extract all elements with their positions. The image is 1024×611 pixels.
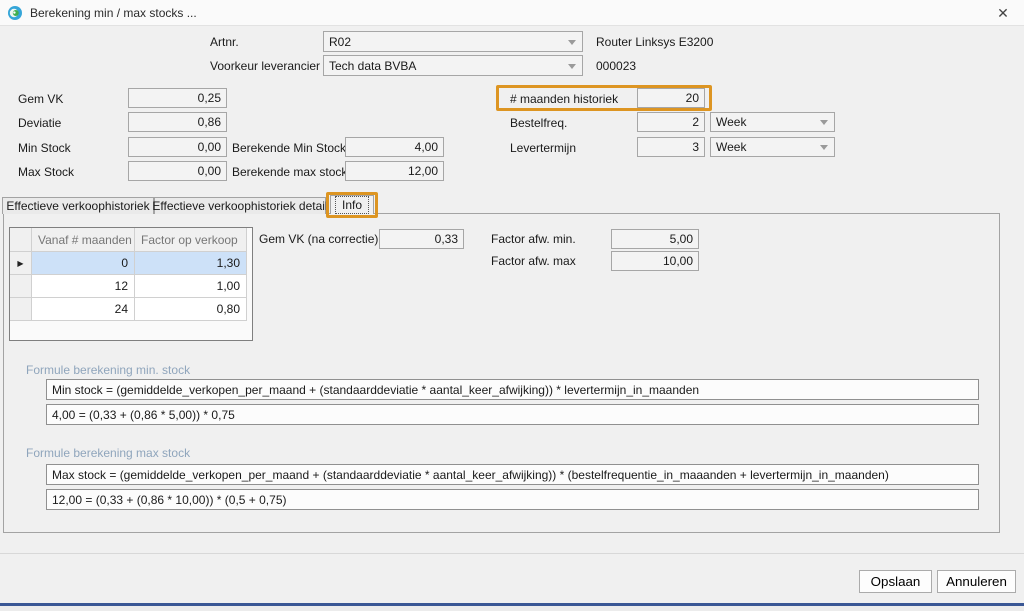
bestelfreq-label: Bestelfreq.	[510, 116, 567, 130]
dropdown-arrow-icon[interactable]	[568, 64, 576, 69]
dropdown-arrow-icon[interactable]	[568, 40, 576, 45]
levertermijn-label: Levertermijn	[510, 141, 576, 155]
grid-cell[interactable]: 1,00	[135, 275, 247, 298]
maanden-historiek-label: # maanden historiek	[510, 92, 618, 106]
artnr-label: Artnr.	[210, 35, 239, 49]
min-stock-label: Min Stock	[18, 141, 71, 155]
grid-column-header: Vanaf # maanden	[32, 228, 135, 252]
tab-effectieve-verkoophistoriek[interactable]: Effectieve verkoophistoriek	[2, 197, 154, 214]
artnr-value: R02	[329, 35, 351, 49]
grid-corner-cell	[10, 228, 32, 252]
gem-vk-na-correctie-field: 0,33	[379, 229, 464, 249]
maanden-historiek-field[interactable]: 20	[637, 88, 705, 108]
info-tab-panel: Vanaf # maanden Factor op verkoop ▶ 0 1,…	[3, 213, 1000, 533]
factor-afw-min-label: Factor afw. min.	[491, 232, 576, 246]
leverancier-value: Tech data BVBA	[329, 59, 416, 73]
dialog-window: Berekening min / max stocks ... ✕ Artnr.…	[0, 0, 1024, 611]
gem-vk-label: Gem VK	[18, 92, 63, 106]
deviatie-field[interactable]: 0,86	[128, 112, 227, 132]
bestelfreq-field[interactable]: 2	[637, 112, 705, 132]
leverancier-description: 000023	[596, 59, 636, 73]
max-stock-label: Max Stock	[18, 165, 74, 179]
max-formula-box: Max stock = (gemiddelde_verkopen_per_maa…	[46, 464, 979, 485]
cancel-button[interactable]: Annuleren	[937, 570, 1016, 593]
deviatie-label: Deviatie	[18, 116, 61, 130]
bestelfreq-unit-value: Week	[716, 115, 746, 129]
grid-cell[interactable]: 24	[32, 298, 135, 321]
row-marker-cell	[10, 298, 32, 321]
factor-afw-max-label: Factor afw. max	[491, 254, 576, 268]
grid-cell[interactable]: 0	[32, 252, 135, 275]
window-bottom-pad	[0, 606, 1024, 611]
leverancier-combobox[interactable]: Tech data BVBA	[323, 55, 583, 76]
app-logo-icon	[8, 6, 22, 20]
factor-afw-max-field[interactable]: 10,00	[611, 251, 699, 271]
tab-label: Info	[336, 197, 368, 213]
table-row[interactable]: ▶ 0 1,30	[10, 252, 252, 275]
grid-cell[interactable]: 0,80	[135, 298, 247, 321]
gem-vk-na-correctie-label: Gem VK (na correctie)	[259, 232, 378, 246]
tab-label: Effectieve verkoophistoriek detail	[152, 199, 327, 213]
grid-cell[interactable]: 12	[32, 275, 135, 298]
save-button[interactable]: Opslaan	[859, 570, 932, 593]
artnr-description: Router Linksys E3200	[596, 35, 713, 49]
tab-info[interactable]: Info	[330, 195, 374, 214]
row-marker-icon: ▶	[10, 252, 32, 275]
grid-column-header: Factor op verkoop	[135, 228, 247, 252]
title-bar: Berekening min / max stocks ... ✕	[0, 0, 1024, 26]
berekende-max-stock-label: Berekende max stock	[232, 165, 347, 179]
max-stock-field[interactable]: 0,00	[128, 161, 227, 181]
grid-header-row: Vanaf # maanden Factor op verkoop	[10, 228, 252, 252]
berekende-max-stock-field: 12,00	[345, 161, 444, 181]
table-row[interactable]: 12 1,00	[10, 275, 252, 298]
max-formula-section-header: Formule berekening max stock	[26, 446, 190, 460]
grid-cell[interactable]: 1,30	[135, 252, 247, 275]
factor-grid[interactable]: Vanaf # maanden Factor op verkoop ▶ 0 1,…	[9, 227, 253, 341]
dropdown-arrow-icon[interactable]	[820, 145, 828, 150]
berekende-min-stock-field: 4,00	[345, 137, 444, 157]
footer-separator	[0, 553, 1024, 554]
bestelfreq-unit-combobox[interactable]: Week	[710, 112, 835, 132]
levertermijn-unit-combobox[interactable]: Week	[710, 137, 835, 157]
gem-vk-field[interactable]: 0,25	[128, 88, 227, 108]
tab-label: Effectieve verkoophistoriek	[6, 199, 149, 213]
min-formula-box: Min stock = (gemiddelde_verkopen_per_maa…	[46, 379, 979, 400]
min-stock-field[interactable]: 0,00	[128, 137, 227, 157]
table-row[interactable]: 24 0,80	[10, 298, 252, 321]
row-marker-cell	[10, 275, 32, 298]
min-formula-section-header: Formule berekening min. stock	[26, 363, 190, 377]
berekende-min-stock-label: Berekende Min Stock	[232, 141, 346, 155]
levertermijn-unit-value: Week	[716, 140, 746, 154]
window-title: Berekening min / max stocks ...	[30, 6, 197, 20]
leverancier-label: Voorkeur leverancier	[210, 59, 320, 73]
factor-afw-min-field[interactable]: 5,00	[611, 229, 699, 249]
close-icon[interactable]: ✕	[994, 4, 1012, 22]
levertermijn-field[interactable]: 3	[637, 137, 705, 157]
tab-effectieve-verkoophistoriek-detail[interactable]: Effectieve verkoophistoriek detail	[154, 197, 326, 214]
dropdown-arrow-icon[interactable]	[820, 120, 828, 125]
min-calculation-box: 4,00 = (0,33 + (0,86 * 5,00)) * 0,75	[46, 404, 979, 425]
max-calculation-box: 12,00 = (0,33 + (0,86 * 10,00)) * (0,5 +…	[46, 489, 979, 510]
artnr-combobox[interactable]: R02	[323, 31, 583, 52]
